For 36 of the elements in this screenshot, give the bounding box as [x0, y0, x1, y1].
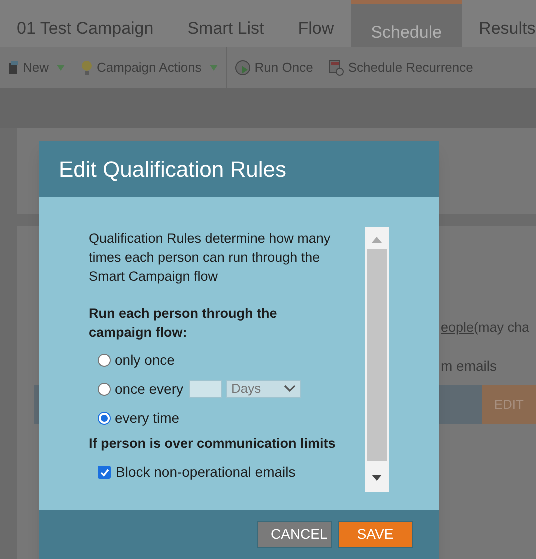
- people-link[interactable]: eople: [441, 318, 474, 338]
- interval-field[interactable]: [189, 380, 222, 398]
- save-button[interactable]: SAVE: [338, 521, 413, 548]
- section-heading: Run each person through the campaign flow:: [89, 305, 278, 342]
- option-label: every time: [115, 408, 180, 428]
- note-text: (may cha: [474, 319, 530, 337]
- dialog-title: Edit Qualification Rules: [59, 156, 286, 184]
- section-heading: If person is over communication limits: [89, 435, 337, 453]
- checkbox[interactable]: [98, 466, 111, 480]
- document-icon: [8, 60, 19, 74]
- intro-text: Qualification Rules determine how many times each person can run through the Smart Campaign flow: [89, 230, 332, 286]
- tab[interactable]: Smart List: [170, 0, 282, 47]
- toolbar-button[interactable]: Schedule Recurrence: [321, 58, 482, 78]
- play-clock-icon: [234, 60, 251, 76]
- lightbulb-icon: [81, 60, 94, 76]
- chevron-down-icon: [284, 385, 296, 393]
- toolbar-button[interactable]: Campaign Actions: [73, 58, 226, 78]
- checkbox-label: Block non-operational emails: [116, 463, 296, 482]
- option-text: m emails: [441, 357, 498, 376]
- unit-dropdown[interactable]: Days: [226, 380, 302, 398]
- option-label: only once: [115, 350, 175, 370]
- toolbar-button[interactable]: New: [0, 58, 74, 78]
- toolbar-button[interactable]: Run Once: [226, 58, 322, 78]
- scroll-down-icon: [372, 475, 382, 481]
- scrollbar[interactable]: [365, 227, 389, 492]
- cancel-button[interactable]: CANCEL: [257, 521, 332, 548]
- tab[interactable]: Schedule: [351, 0, 462, 47]
- radio-button[interactable]: [98, 382, 111, 396]
- scroll-up-icon: [372, 237, 382, 243]
- radio-button[interactable]: [98, 354, 111, 366]
- option-label: once every: [115, 380, 184, 399]
- radio-button[interactable]: [98, 412, 111, 424]
- tab[interactable]: Results: [462, 0, 536, 47]
- tab[interactable]: Flow: [281, 0, 352, 47]
- tab[interactable]: 01 Test Campaign: [0, 0, 171, 47]
- calendar-clock-icon: [329, 60, 344, 76]
